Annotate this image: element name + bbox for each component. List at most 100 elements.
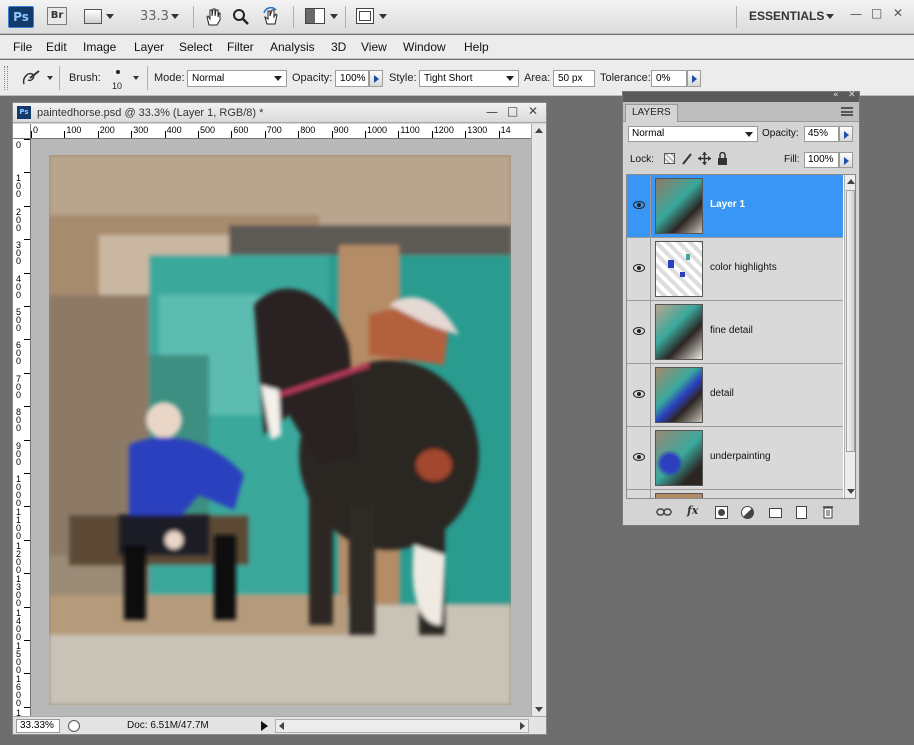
- screen-mode-icon[interactable]: [356, 8, 374, 24]
- menu-file[interactable]: File: [13, 40, 32, 54]
- trash-icon[interactable]: [822, 505, 834, 519]
- tolerance-slider-button[interactable]: [687, 70, 701, 87]
- menu-window[interactable]: Window: [403, 40, 446, 54]
- tolerance-input[interactable]: 0%: [651, 70, 687, 87]
- scroll-down-arrow-icon[interactable]: [847, 489, 855, 494]
- layer-row-layer-1[interactable]: Layer 1: [627, 175, 843, 238]
- layer-row-detail[interactable]: detail: [627, 364, 843, 427]
- visibility-toggle[interactable]: [627, 490, 651, 498]
- chevron-down-icon[interactable]: [47, 76, 53, 80]
- chevron-down-icon[interactable]: [379, 14, 387, 19]
- area-input[interactable]: 50 px: [553, 70, 595, 87]
- new-layer-icon[interactable]: [796, 506, 807, 519]
- status-zoom-input[interactable]: 33.33%: [16, 719, 60, 733]
- ruler-tick: [24, 372, 30, 374]
- mode-select[interactable]: Normal: [187, 70, 287, 87]
- workspace-switcher[interactable]: ESSENTIALS: [749, 9, 824, 23]
- art-history-brush-icon[interactable]: [20, 68, 42, 88]
- minimize-document-button[interactable]: —: [486, 105, 498, 119]
- menu-image[interactable]: Image: [83, 40, 116, 54]
- link-icon[interactable]: [656, 507, 672, 517]
- panel-header-strip[interactable]: « ✕: [623, 90, 859, 102]
- mask-icon[interactable]: [715, 506, 728, 519]
- adjustment-icon[interactable]: [741, 506, 754, 519]
- close-document-button[interactable]: ✕: [528, 104, 538, 118]
- maximize-document-button[interactable]: □: [507, 104, 518, 118]
- collapse-panel-icon[interactable]: «: [833, 90, 839, 100]
- hand-icon[interactable]: [204, 7, 222, 27]
- scroll-up-arrow-icon[interactable]: [847, 179, 855, 184]
- lock-all-icon[interactable]: [717, 152, 728, 165]
- menu-filter[interactable]: Filter: [227, 40, 254, 54]
- menu-view[interactable]: View: [361, 40, 387, 54]
- layer-row-color-highlights[interactable]: color highlights: [627, 238, 843, 301]
- zoom-level[interactable]: 33.3: [140, 7, 169, 27]
- scroll-up-arrow-icon[interactable]: [535, 128, 543, 133]
- status-menu-arrow-icon[interactable]: [258, 720, 270, 732]
- style-select[interactable]: Tight Short: [419, 70, 519, 87]
- status-menu-icon[interactable]: [68, 720, 80, 732]
- group-icon[interactable]: [769, 508, 782, 518]
- ruler-tick: [264, 131, 266, 138]
- tab-layers[interactable]: LAYERS: [625, 104, 678, 122]
- vertical-ruler[interactable]: 0 100 200 300 400 500 600 700 800 900 1000 1100 1200…: [13, 139, 31, 716]
- lock-position-icon[interactable]: [698, 152, 711, 165]
- menu-help[interactable]: Help: [464, 40, 489, 54]
- layer-row-fine-detail[interactable]: fine detail: [627, 301, 843, 364]
- brush-tip-icon[interactable]: [116, 70, 120, 74]
- menu-3d[interactable]: 3D: [331, 40, 346, 54]
- zoom-icon[interactable]: [232, 7, 250, 27]
- maximize-window-button[interactable]: □: [871, 6, 882, 20]
- fill-slider-button[interactable]: [839, 152, 853, 168]
- close-window-button[interactable]: ✕: [893, 6, 903, 20]
- rotate-view-icon[interactable]: [262, 7, 280, 27]
- minimize-window-button[interactable]: —: [850, 7, 862, 21]
- opacity-slider-button[interactable]: [369, 70, 383, 87]
- chevron-down-icon[interactable]: [133, 76, 139, 80]
- scroll-right-arrow-icon[interactable]: [520, 722, 525, 730]
- layer-list-scrollbar[interactable]: [844, 175, 855, 498]
- fill-input[interactable]: 100%: [804, 152, 839, 168]
- visibility-toggle[interactable]: [627, 364, 651, 426]
- scroll-down-arrow-icon[interactable]: [535, 707, 543, 712]
- painted-horse-image[interactable]: [49, 155, 511, 705]
- scroll-thumb[interactable]: [846, 190, 855, 452]
- panel-menu-icon[interactable]: [841, 107, 853, 116]
- bridge-button[interactable]: Br: [47, 7, 67, 25]
- visibility-toggle[interactable]: [627, 427, 651, 489]
- visibility-toggle[interactable]: [627, 238, 651, 300]
- scroll-left-arrow-icon[interactable]: [279, 722, 284, 730]
- layer-row-underpainting[interactable]: underpainting: [627, 427, 843, 490]
- view-extras-icon[interactable]: [84, 9, 102, 24]
- document-title-bar[interactable]: Ps paintedhorse.psd @ 33.3% (Layer 1, RG…: [13, 103, 546, 123]
- close-panel-icon[interactable]: ✕: [848, 90, 856, 100]
- layer-opacity-slider-button[interactable]: [839, 126, 853, 142]
- horizontal-scrollbar[interactable]: [275, 719, 529, 733]
- opacity-input[interactable]: 100%: [335, 70, 369, 87]
- visibility-toggle[interactable]: [627, 301, 651, 363]
- lock-image-icon[interactable]: [681, 152, 693, 165]
- layer-row-background[interactable]: [627, 490, 843, 498]
- menu-select[interactable]: Select: [179, 40, 212, 54]
- chevron-down-icon[interactable]: [171, 14, 179, 19]
- layer-opacity-input[interactable]: 45%: [804, 126, 839, 142]
- fx-icon[interactable]: fx: [687, 504, 698, 517]
- visibility-toggle[interactable]: [627, 175, 651, 237]
- canvas-area[interactable]: [31, 139, 531, 716]
- vertical-scrollbar[interactable]: [531, 124, 546, 716]
- grip-handle[interactable]: [4, 66, 8, 90]
- ruler-tick: [24, 339, 30, 341]
- blend-mode-select[interactable]: Normal: [628, 126, 758, 142]
- ruler-tick: [231, 131, 233, 138]
- menu-analysis[interactable]: Analysis: [270, 40, 315, 54]
- menu-layer[interactable]: Layer: [134, 40, 164, 54]
- menu-edit[interactable]: Edit: [46, 40, 67, 54]
- chevron-down-icon[interactable]: [330, 14, 338, 19]
- layer-name: underpainting: [710, 451, 771, 462]
- arrange-documents-icon[interactable]: [305, 8, 325, 24]
- chevron-down-icon[interactable]: [826, 14, 834, 19]
- ruler-corner[interactable]: [13, 124, 31, 139]
- chevron-down-icon[interactable]: [106, 14, 114, 19]
- horizontal-ruler[interactable]: 0 100 200 300 400 500 600 700 800 900 1000 1100 1200…: [31, 124, 531, 139]
- lock-transparent-icon[interactable]: [664, 153, 675, 164]
